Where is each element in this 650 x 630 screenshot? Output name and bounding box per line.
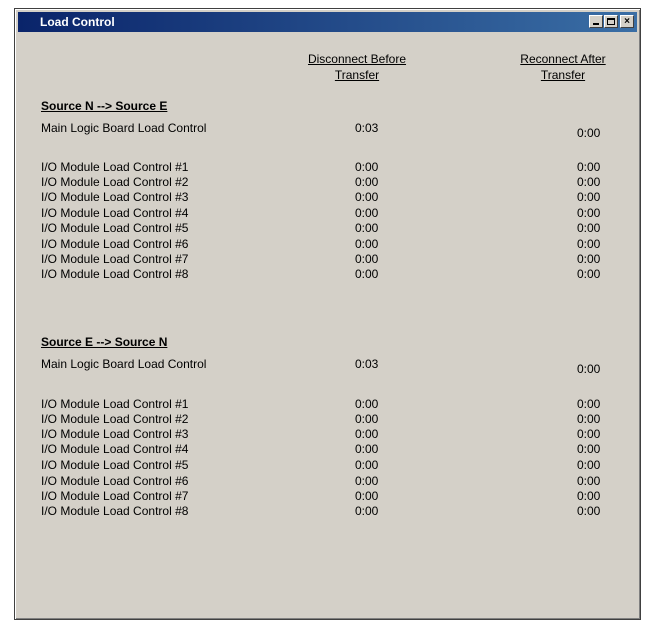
reconnect-value[interactable]: 0:00 (577, 160, 600, 174)
disconnect-value[interactable]: 0:00 (355, 252, 378, 266)
row-label: I/O Module Load Control #2 (41, 175, 189, 189)
disconnect-value[interactable]: 0:00 (355, 221, 378, 235)
window-title: Load Control (40, 15, 115, 29)
disconnect-value[interactable]: 0:00 (355, 489, 378, 503)
reconnect-value[interactable]: 0:00 (577, 126, 600, 140)
disconnect-value[interactable]: 0:00 (355, 397, 378, 411)
disconnect-value[interactable]: 0:00 (355, 474, 378, 488)
section-title-e-to-n: Source E --> Source N (41, 335, 168, 349)
reconnect-value[interactable]: 0:00 (577, 252, 600, 266)
minimize-button[interactable] (589, 15, 603, 28)
row-label: I/O Module Load Control #6 (41, 237, 189, 251)
row-label: Main Logic Board Load Control (41, 357, 207, 371)
row-label: I/O Module Load Control #4 (41, 206, 189, 220)
reconnect-value[interactable]: 0:00 (577, 206, 600, 220)
reconnect-value[interactable]: 0:00 (577, 412, 600, 426)
disconnect-value[interactable]: 0:03 (355, 121, 378, 135)
column-header-reconnect-line2: Transfer (540, 68, 586, 82)
row-label: I/O Module Load Control #3 (41, 190, 189, 204)
reconnect-value[interactable]: 0:00 (577, 397, 600, 411)
row-label: I/O Module Load Control #3 (41, 427, 189, 441)
load-control-window: Load Control × Disconnect Before Transfe… (14, 8, 641, 620)
reconnect-value[interactable]: 0:00 (577, 442, 600, 456)
row-label: Main Logic Board Load Control (41, 121, 207, 135)
reconnect-value[interactable]: 0:00 (577, 190, 600, 204)
column-header-reconnect-line1: Reconnect After (520, 52, 606, 66)
maximize-button[interactable] (604, 15, 618, 28)
column-header-disconnect: Disconnect Before Transfer (277, 51, 437, 83)
row-label: I/O Module Load Control #5 (41, 458, 189, 472)
reconnect-value[interactable]: 0:00 (577, 221, 600, 235)
reconnect-value[interactable]: 0:00 (577, 237, 600, 251)
reconnect-value[interactable]: 0:00 (577, 362, 600, 376)
row-label: I/O Module Load Control #2 (41, 412, 189, 426)
reconnect-value[interactable]: 0:00 (577, 427, 600, 441)
disconnect-value[interactable]: 0:00 (355, 190, 378, 204)
disconnect-value[interactable]: 0:00 (355, 206, 378, 220)
row-label: I/O Module Load Control #1 (41, 397, 189, 411)
close-button[interactable]: × (620, 15, 634, 28)
section-title-n-to-e: Source N --> Source E (41, 99, 168, 113)
row-label: I/O Module Load Control #7 (41, 489, 189, 503)
row-label: I/O Module Load Control #6 (41, 474, 189, 488)
disconnect-value[interactable]: 0:03 (355, 357, 378, 371)
disconnect-value[interactable]: 0:00 (355, 175, 378, 189)
row-label: I/O Module Load Control #7 (41, 252, 189, 266)
reconnect-value[interactable]: 0:00 (577, 474, 600, 488)
disconnect-value[interactable]: 0:00 (355, 427, 378, 441)
row-label: I/O Module Load Control #4 (41, 442, 189, 456)
close-icon: × (624, 16, 630, 27)
reconnect-value[interactable]: 0:00 (577, 175, 600, 189)
reconnect-value[interactable]: 0:00 (577, 504, 600, 518)
maximize-icon (607, 18, 615, 25)
reconnect-value[interactable]: 0:00 (577, 489, 600, 503)
row-label: I/O Module Load Control #8 (41, 267, 189, 281)
disconnect-value[interactable]: 0:00 (355, 237, 378, 251)
disconnect-value[interactable]: 0:00 (355, 412, 378, 426)
row-label: I/O Module Load Control #1 (41, 160, 189, 174)
title-bar[interactable]: Load Control × (18, 12, 637, 32)
disconnect-value[interactable]: 0:00 (355, 504, 378, 518)
column-header-disconnect-line1: Disconnect Before (307, 52, 407, 66)
disconnect-value[interactable]: 0:00 (355, 160, 378, 174)
reconnect-value[interactable]: 0:00 (577, 267, 600, 281)
minimize-icon (593, 23, 599, 25)
reconnect-value[interactable]: 0:00 (577, 458, 600, 472)
column-header-disconnect-line2: Transfer (334, 68, 380, 82)
column-header-reconnect: Reconnect After Transfer (493, 51, 633, 83)
disconnect-value[interactable]: 0:00 (355, 458, 378, 472)
disconnect-value[interactable]: 0:00 (355, 442, 378, 456)
row-label: I/O Module Load Control #5 (41, 221, 189, 235)
disconnect-value[interactable]: 0:00 (355, 267, 378, 281)
row-label: I/O Module Load Control #8 (41, 504, 189, 518)
